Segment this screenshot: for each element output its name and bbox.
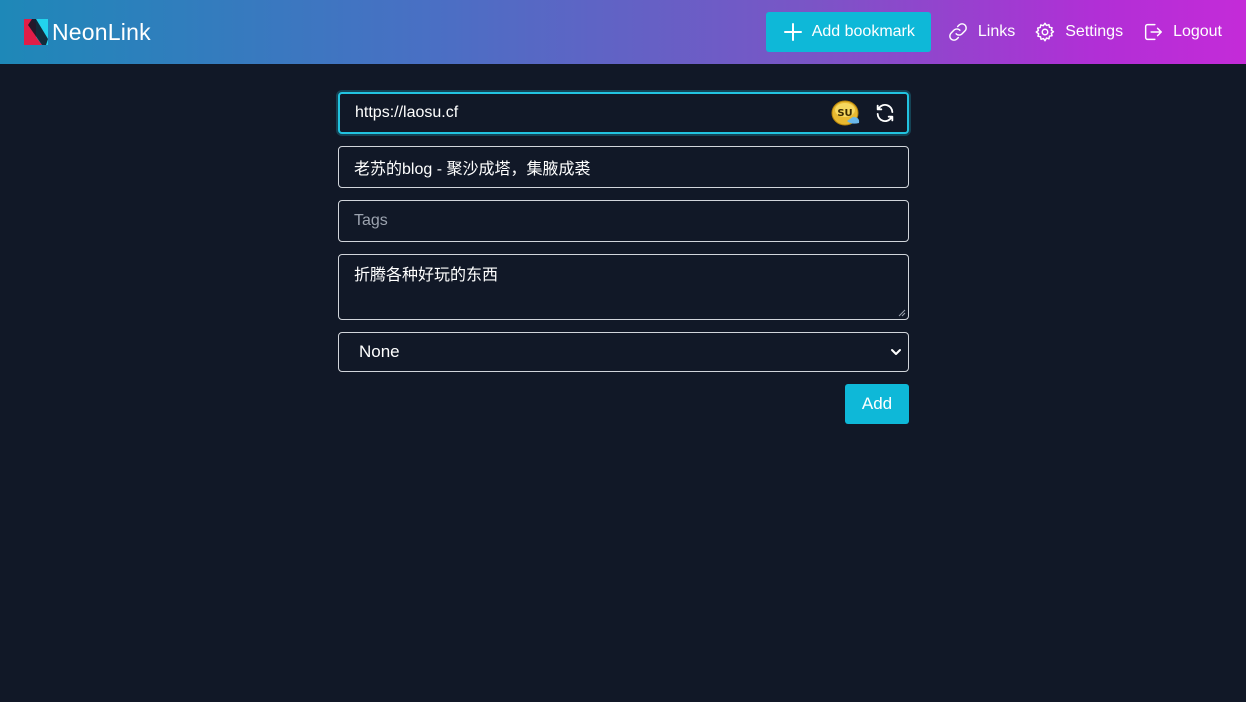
- tags-field-wrapper: [338, 200, 909, 242]
- add-bookmark-form: SU 折腾各种好玩的东西 None Add: [338, 92, 909, 424]
- add-bookmark-button[interactable]: Add bookmark: [765, 12, 931, 52]
- top-navbar: NeonLink Add bookmark Links Settings Log…: [0, 0, 1246, 64]
- title-input[interactable]: [339, 147, 908, 187]
- description-textarea[interactable]: 折腾各种好玩的东西: [339, 255, 908, 319]
- category-select[interactable]: None: [338, 332, 909, 372]
- nav-settings-label: Settings: [1065, 23, 1124, 40]
- chevron-down-icon: [891, 349, 901, 355]
- gear-icon: [1035, 22, 1055, 42]
- refresh-button[interactable]: [873, 101, 897, 125]
- brand-name: NeonLink: [52, 18, 151, 45]
- resize-grip-icon[interactable]: [898, 309, 906, 317]
- brand[interactable]: NeonLink: [24, 18, 151, 46]
- url-field-wrapper: SU: [338, 92, 909, 134]
- submit-row: Add: [338, 384, 909, 424]
- nav-links[interactable]: Links: [947, 21, 1015, 43]
- add-button[interactable]: Add: [845, 384, 909, 424]
- title-field-wrapper: [338, 146, 909, 188]
- nav-logout[interactable]: Logout: [1142, 21, 1222, 43]
- category-select-value: None: [359, 342, 400, 361]
- tags-input[interactable]: [339, 201, 908, 241]
- neonlink-logo-icon: [24, 19, 48, 45]
- url-actions: SU: [831, 98, 897, 128]
- url-input[interactable]: [340, 94, 907, 132]
- refresh-icon: [876, 104, 894, 122]
- description-field-wrapper: 折腾各种好玩的东西: [338, 254, 909, 320]
- nav-logout-label: Logout: [1173, 23, 1222, 40]
- add-bookmark-label: Add bookmark: [811, 23, 915, 40]
- link-icon: [948, 23, 967, 41]
- plus-icon: [783, 23, 802, 41]
- nav-links-label: Links: [977, 23, 1016, 40]
- nav-actions: Add bookmark Links Settings Logout: [765, 0, 1246, 64]
- nav-settings[interactable]: Settings: [1034, 21, 1123, 43]
- favicon-text: SU: [837, 108, 852, 119]
- logout-icon: [1144, 23, 1163, 41]
- site-favicon-icon: SU: [831, 100, 860, 126]
